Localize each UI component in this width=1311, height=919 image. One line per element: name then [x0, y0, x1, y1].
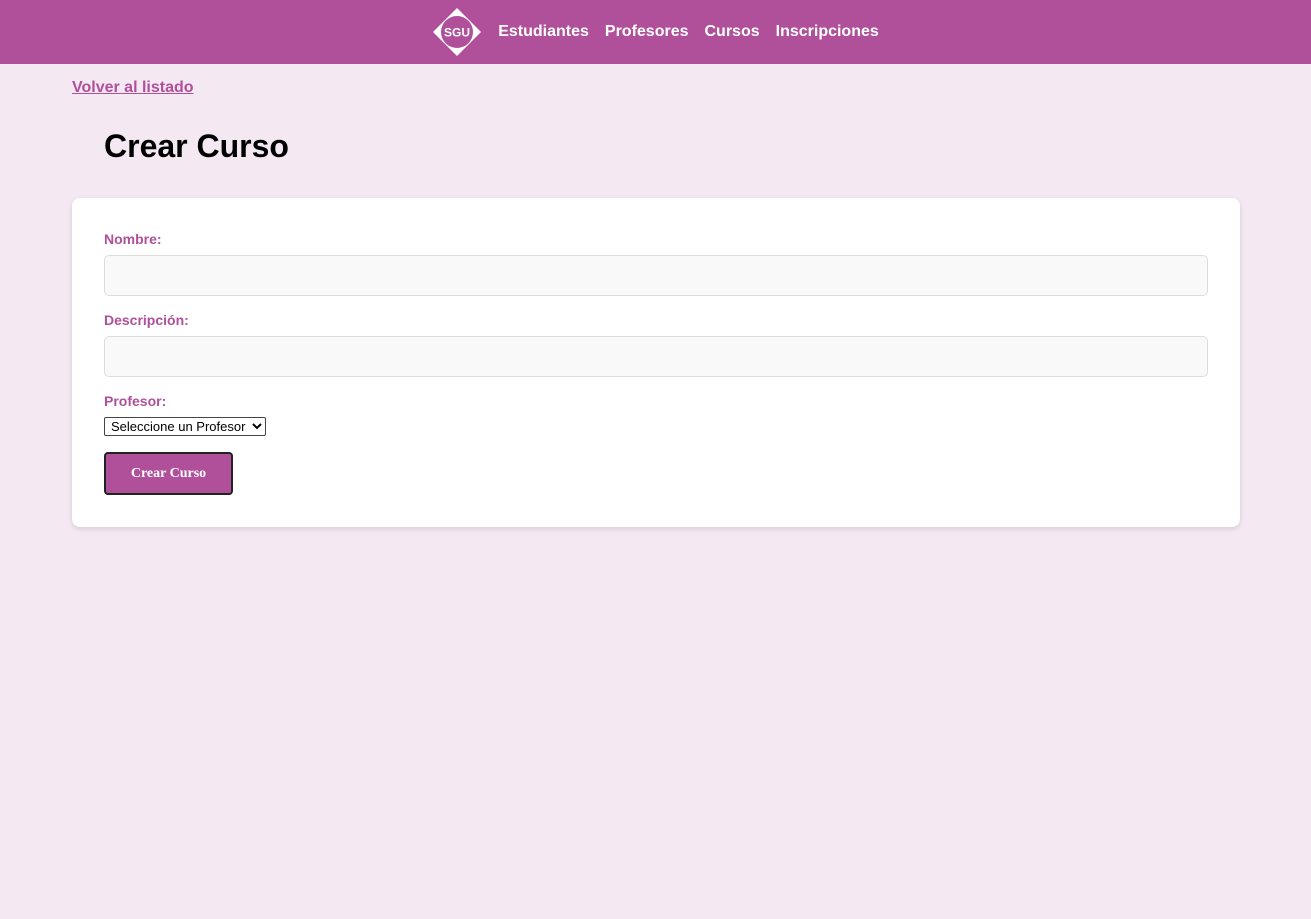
page-title: Crear Curso: [104, 128, 289, 164]
profesor-select[interactable]: Seleccione un Profesor: [104, 417, 266, 436]
nav-link-inscripciones[interactable]: Inscripciones: [776, 23, 879, 41]
logo-text: SGU: [444, 26, 470, 40]
create-course-button[interactable]: Crear Curso: [104, 452, 233, 495]
nav-link-cursos[interactable]: Cursos: [705, 23, 760, 41]
create-course-form: Nombre: Descripción: Profesor: Seleccion…: [72, 198, 1240, 527]
nombre-label: Nombre:: [104, 231, 162, 247]
nav-link-profesores[interactable]: Profesores: [605, 23, 689, 41]
nav-link-estudiantes[interactable]: Estudiantes: [498, 23, 589, 41]
top-navbar: SGU Estudiantes Profesores Cursos Inscri…: [0, 0, 1311, 64]
back-to-list-link[interactable]: Volver al listado: [72, 79, 194, 97]
descripcion-label: Descripción:: [104, 312, 189, 328]
descripcion-input[interactable]: [104, 336, 1208, 377]
sgu-logo[interactable]: SGU: [432, 7, 482, 57]
nombre-input[interactable]: [104, 255, 1208, 296]
nav-links: SGU Estudiantes Profesores Cursos Inscri…: [432, 7, 879, 57]
profesor-label: Profesor:: [104, 393, 167, 409]
